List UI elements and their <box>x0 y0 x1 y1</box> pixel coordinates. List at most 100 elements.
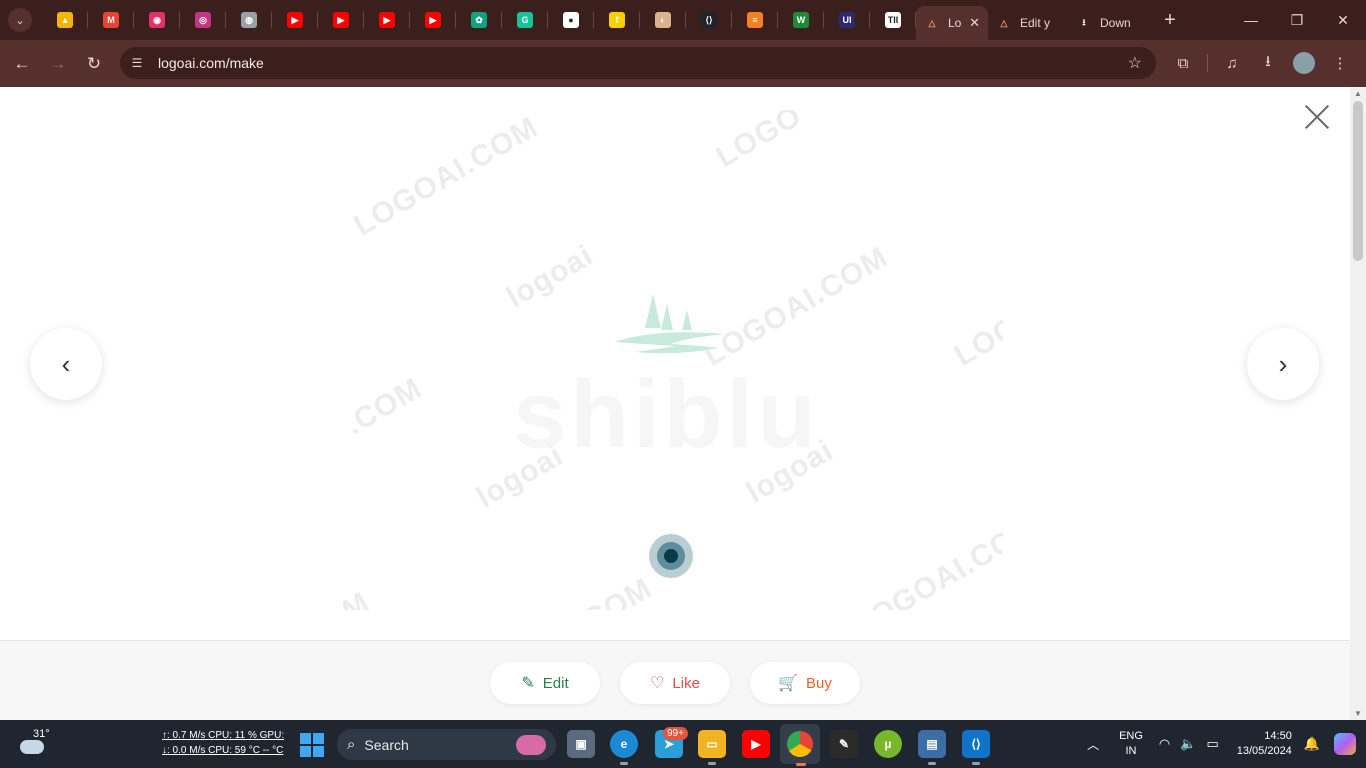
utorrent-icon[interactable]: µ <box>874 730 902 758</box>
tab-edit[interactable]: △ Edit y <box>988 6 1068 40</box>
previous-logo-button[interactable]: ‹ <box>30 328 102 400</box>
scrollbar-thumb[interactable] <box>1353 101 1363 261</box>
start-button[interactable] <box>300 733 324 757</box>
toolbar-divider <box>1207 54 1208 72</box>
pinned-tab[interactable]: ◎ <box>180 0 226 40</box>
media-controls-icon[interactable]: ♫ <box>1214 46 1250 80</box>
net-down-speed: ↓: 0.0 M/s <box>162 745 206 756</box>
next-logo-button[interactable]: › <box>1247 328 1319 400</box>
close-preview-icon[interactable] <box>1300 100 1334 134</box>
logo-action-bar: ✎ Edit ♡ Like 🛒 Buy <box>0 640 1350 720</box>
language-indicator[interactable]: ENG IN <box>1119 729 1143 759</box>
vscode-icon[interactable]: ⟨⟩ <box>962 730 990 765</box>
weather-widget[interactable]: 31° <box>16 726 56 762</box>
cloud-icon <box>20 740 44 754</box>
pinned-tab[interactable]: ▶ <box>410 0 456 40</box>
edit-button[interactable]: ✎ Edit <box>490 662 600 704</box>
tab-active[interactable]: △ Lo ✕ <box>916 6 988 40</box>
watermark: .COM <box>343 371 428 442</box>
notification-bell-icon[interactable]: 🔔 <box>1304 736 1320 752</box>
taskbar-search[interactable]: ⌕ Search <box>337 729 556 760</box>
tray-icons[interactable]: ◠ 🔈 ▭ <box>1159 736 1219 752</box>
grammarly-icon: G <box>517 12 533 28</box>
pinned-tab[interactable]: ◐ <box>640 0 686 40</box>
system-tray: ︿ ENG IN ◠ 🔈 ▭ 14:50 13/05/2024 🔔 <box>1087 720 1366 768</box>
new-tab-button[interactable]: + <box>1154 4 1186 36</box>
pinned-tab[interactable]: ⟨⟩ <box>686 0 732 40</box>
pinned-tab[interactable]: ≡ <box>732 0 778 40</box>
back-button[interactable]: ← <box>4 46 40 82</box>
scroll-up-icon[interactable]: ▲ <box>1354 89 1362 98</box>
tii-icon: TII <box>885 12 901 28</box>
search-icon: ⌕ <box>347 736 356 753</box>
system-monitor: ↑: 0.7 M/s CPU: 11 % GPU: ↓: 0.0 M/s CPU… <box>162 728 284 758</box>
tab-download[interactable]: ⭳ Down <box>1068 6 1150 40</box>
weather-temp: 31° <box>33 728 50 740</box>
watermark: .COM <box>570 571 658 610</box>
page-scrollbar[interactable]: ▲ ▼ <box>1350 87 1366 720</box>
edit-label: Edit <box>542 674 569 692</box>
profile-avatar[interactable] <box>1293 52 1315 74</box>
minimize-button[interactable]: — <box>1228 0 1274 40</box>
react-icon: ⟨⟩ <box>701 12 717 28</box>
screen-app-icon[interactable]: ▤ <box>918 730 946 765</box>
tab-close-icon[interactable]: ✕ <box>969 15 980 31</box>
pinned-tab[interactable]: G <box>502 0 548 40</box>
url-text[interactable]: logoai.com/make <box>158 55 264 71</box>
forward-button[interactable]: → <box>40 46 76 82</box>
edge-icon[interactable]: e <box>610 730 638 765</box>
tab-search-button[interactable]: ⌄ <box>8 8 32 32</box>
chatgpt-icon: ✿ <box>471 12 487 28</box>
chevron-up-icon[interactable]: ︿ <box>1087 736 1099 753</box>
clock[interactable]: 14:50 13/05/2024 <box>1237 729 1292 759</box>
extensions-icon[interactable]: ⧉ <box>1165 46 1201 80</box>
pinned-tab[interactable]: ◉ <box>134 0 180 40</box>
pinned-tab[interactable]: UI <box>824 0 870 40</box>
pinned-tab[interactable]: TII <box>870 0 916 40</box>
restore-button[interactable]: ❐ <box>1274 0 1320 40</box>
watermark: LOGOAI.COM <box>348 110 544 243</box>
pinned-tab[interactable]: ◍ <box>226 0 272 40</box>
task-view-icon[interactable]: ▣ <box>567 730 595 758</box>
file-explorer-icon[interactable]: ▭ <box>698 730 726 765</box>
tree-landscape-icon <box>615 294 725 354</box>
chrome-icon[interactable] <box>780 724 820 766</box>
site-info-icon[interactable]: ☰ <box>124 50 150 76</box>
pinned-tab[interactable]: ▶ <box>318 0 364 40</box>
address-bar[interactable]: ☰ logoai.com/make ☆ <box>120 47 1156 79</box>
net-up-speed: ↑: 0.7 M/s <box>162 730 206 741</box>
buy-button[interactable]: 🛒 Buy <box>750 662 860 704</box>
globe-icon: ◍ <box>241 12 257 28</box>
chevron-right-icon: › <box>1278 348 1288 379</box>
pinned-tab[interactable]: ✿ <box>456 0 502 40</box>
cart-icon: 🛒 <box>778 675 799 692</box>
pencil-icon: ✎ <box>521 675 535 692</box>
youtube-app-icon[interactable]: ▶ <box>742 730 770 758</box>
logoai-icon: △ <box>1000 17 1008 28</box>
watermark: LOGOAI.COM <box>848 510 1003 610</box>
flipkart-icon: f <box>609 12 625 28</box>
pinned-tab[interactable]: f <box>594 0 640 40</box>
bookmark-star-icon[interactable]: ☆ <box>1128 53 1142 73</box>
pinned-tab[interactable]: ▲ <box>42 0 88 40</box>
pen-app-icon[interactable]: ✎ <box>830 730 858 758</box>
reload-button[interactable]: ↻ <box>76 46 112 82</box>
google-drive-icon: ▲ <box>57 12 73 28</box>
search-label: Search <box>364 736 409 753</box>
pinned-tab[interactable]: M <box>88 0 134 40</box>
close-window-button[interactable]: ✕ <box>1320 0 1366 40</box>
cpu-usage: CPU: 11 % <box>208 730 257 741</box>
pinned-tab[interactable]: W <box>778 0 824 40</box>
pinned-tab[interactable]: ● <box>548 0 594 40</box>
instagram-icon-1: ◉ <box>149 12 165 28</box>
downloads-icon[interactable]: ⭳ <box>1250 46 1286 80</box>
pinned-tab[interactable]: ▶ <box>272 0 318 40</box>
youtube-icon-3: ▶ <box>379 12 395 28</box>
pinned-tab[interactable]: ▶ <box>364 0 410 40</box>
scroll-down-icon[interactable]: ▼ <box>1354 709 1362 718</box>
copilot-icon[interactable] <box>1334 733 1356 755</box>
like-button[interactable]: ♡ Like <box>620 662 730 704</box>
browser-toolbar: ← → ↻ ☰ logoai.com/make ☆ ⧉ ♫ ⭳ ⋮ <box>0 40 1366 87</box>
menu-icon[interactable]: ⋮ <box>1322 46 1358 80</box>
watermark: LOG <box>949 310 1003 373</box>
